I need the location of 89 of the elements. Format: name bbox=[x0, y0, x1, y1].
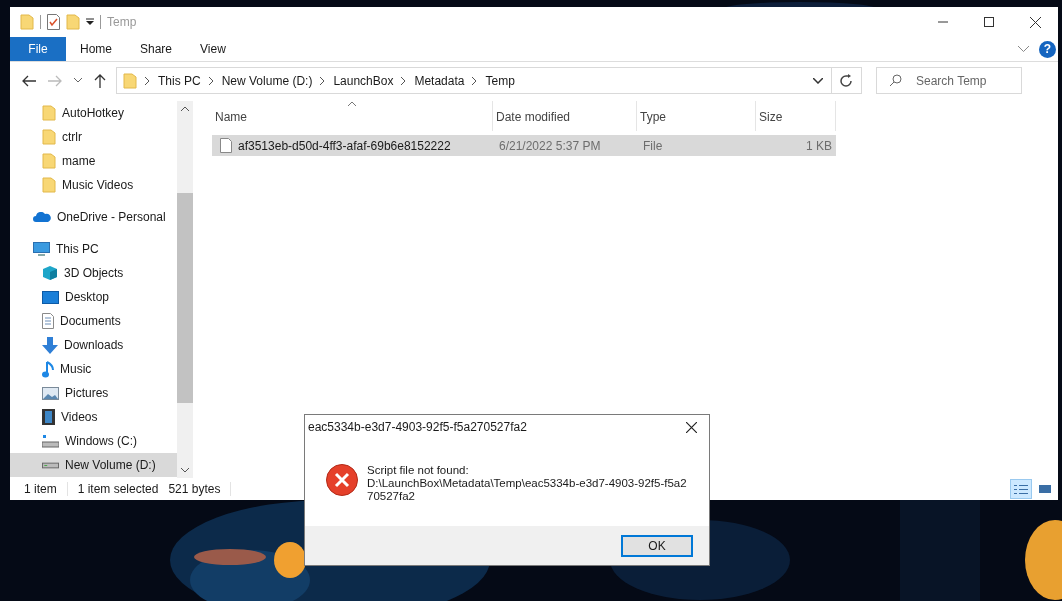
table-cell: File bbox=[643, 138, 663, 153]
chevron-down-icon[interactable] bbox=[74, 78, 82, 83]
chevron-right-icon bbox=[145, 76, 150, 85]
chevron-right-icon bbox=[208, 76, 214, 85]
folder-icon bbox=[42, 105, 56, 121]
nav-item[interactable]: Pictures bbox=[10, 381, 177, 405]
nav-item[interactable]: Music bbox=[10, 357, 177, 381]
list-view-icon bbox=[1014, 484, 1028, 494]
document-icon bbox=[42, 313, 54, 329]
search-field[interactable]: Search Temp bbox=[876, 67, 1022, 94]
chevron-down-icon[interactable] bbox=[813, 77, 823, 84]
breadcrumb[interactable]: New Volume (D:) bbox=[221, 73, 313, 88]
drive-icon bbox=[42, 461, 59, 469]
selection-size: 521 bytes bbox=[168, 482, 221, 496]
back-arrow-icon[interactable] bbox=[22, 74, 36, 87]
desktop-icon bbox=[42, 290, 59, 304]
cloud-icon bbox=[33, 212, 51, 222]
nav-item[interactable]: OneDrive - Personal bbox=[10, 205, 177, 229]
film-icon bbox=[42, 409, 55, 425]
ribbon-tab[interactable]: Home bbox=[66, 37, 126, 61]
ok-button[interactable]: OK bbox=[621, 534, 693, 557]
help-button[interactable]: ? bbox=[1039, 40, 1056, 58]
folder-icon bbox=[42, 129, 56, 145]
scroll-thumb[interactable] bbox=[177, 193, 193, 403]
maximize-icon bbox=[984, 17, 994, 27]
column-header[interactable]: Type bbox=[637, 101, 756, 131]
drive-icon bbox=[42, 434, 59, 448]
music-note-icon bbox=[42, 360, 54, 378]
ribbon-tab[interactable]: View bbox=[186, 37, 240, 61]
nav-item[interactable]: New Volume (D:) bbox=[10, 453, 177, 477]
table-cell: 6/21/2022 5:37 PM bbox=[499, 138, 601, 153]
nav-item[interactable]: 3D Objects bbox=[10, 261, 177, 285]
column-header[interactable]: Size bbox=[756, 101, 836, 131]
minimize-icon bbox=[938, 21, 948, 23]
nav-item[interactable]: Windows (C:) bbox=[10, 429, 177, 453]
file-tab[interactable]: File bbox=[10, 37, 66, 61]
nav-item[interactable]: Desktop bbox=[10, 285, 177, 309]
scrollbar[interactable] bbox=[177, 101, 193, 478]
window-title: Temp bbox=[107, 15, 137, 29]
close-icon bbox=[1029, 16, 1041, 28]
folder-icon bbox=[42, 153, 56, 169]
nav-item[interactable]: Downloads bbox=[10, 333, 177, 357]
refresh-icon bbox=[840, 73, 853, 88]
chevron-right-icon bbox=[401, 76, 407, 85]
table-cell: af3513eb-d50d-4ff3-afaf-69b6e8152222 bbox=[238, 138, 451, 153]
column-header[interactable]: Name bbox=[212, 101, 493, 131]
folder-icon bbox=[42, 177, 56, 193]
chevron-right-icon bbox=[320, 76, 326, 85]
breadcrumb[interactable]: This PC bbox=[158, 73, 201, 88]
nav-item[interactable]: This PC bbox=[10, 237, 177, 261]
dialog-title: eac5334b-e3d7-4903-92f5-f5a270527fa2 bbox=[308, 420, 527, 434]
sort-ascending-icon bbox=[348, 101, 356, 106]
file-row[interactable]: af3513eb-d50d-4ff3-afaf-69b6e8152222 6/21/2022 5:37 PM File 1 KB bbox=[212, 135, 836, 156]
item-count: 1 item bbox=[24, 482, 57, 496]
nav-item[interactable]: AutoHotkey bbox=[10, 101, 177, 125]
error-icon bbox=[326, 464, 358, 496]
monitor-icon bbox=[33, 241, 50, 257]
breadcrumb[interactable]: Metadata bbox=[414, 73, 465, 88]
cube-icon bbox=[42, 265, 58, 281]
close-icon bbox=[685, 421, 697, 433]
breadcrumb[interactable]: Temp bbox=[485, 73, 515, 88]
checklist-icon[interactable] bbox=[47, 14, 60, 30]
nav-item[interactable]: Documents bbox=[10, 309, 177, 333]
nav-item[interactable]: ctrlr bbox=[10, 125, 177, 149]
folder-icon bbox=[123, 72, 137, 89]
column-header[interactable]: Date modified bbox=[493, 101, 637, 131]
ribbon-tab[interactable]: Share bbox=[126, 37, 187, 61]
error-message: Script file not found: D:\LaunchBox\Metadata\Temp\eac5334b-e3d7-4903-92f5-f5a2 70527fa2 bbox=[367, 464, 687, 503]
chevron-right-icon bbox=[472, 76, 478, 85]
dropdown-icon[interactable] bbox=[86, 18, 94, 26]
details-view-button[interactable] bbox=[1010, 479, 1032, 499]
tile-view-icon bbox=[1039, 485, 1051, 493]
scroll-up-icon[interactable] bbox=[181, 106, 189, 111]
address-bar[interactable]: This PC New Volume (D:) LaunchBox Metadata Temp bbox=[116, 67, 832, 94]
image-icon bbox=[42, 386, 59, 400]
selection-count: 1 item selected bbox=[77, 482, 159, 496]
folder-icon bbox=[66, 14, 80, 30]
breadcrumb[interactable]: LaunchBox bbox=[333, 73, 394, 88]
scroll-down-icon[interactable] bbox=[181, 468, 189, 473]
down-arrow-icon bbox=[42, 336, 58, 354]
up-arrow-icon[interactable] bbox=[94, 73, 106, 88]
nav-item[interactable]: Music Videos bbox=[10, 173, 177, 197]
nav-item[interactable]: mame bbox=[10, 149, 177, 173]
table-cell: 1 KB bbox=[806, 138, 832, 153]
search-icon bbox=[889, 74, 902, 87]
refresh-button[interactable] bbox=[832, 67, 862, 94]
file-icon bbox=[220, 138, 232, 153]
nav-item[interactable]: Videos bbox=[10, 405, 177, 429]
folder-icon bbox=[20, 14, 34, 30]
